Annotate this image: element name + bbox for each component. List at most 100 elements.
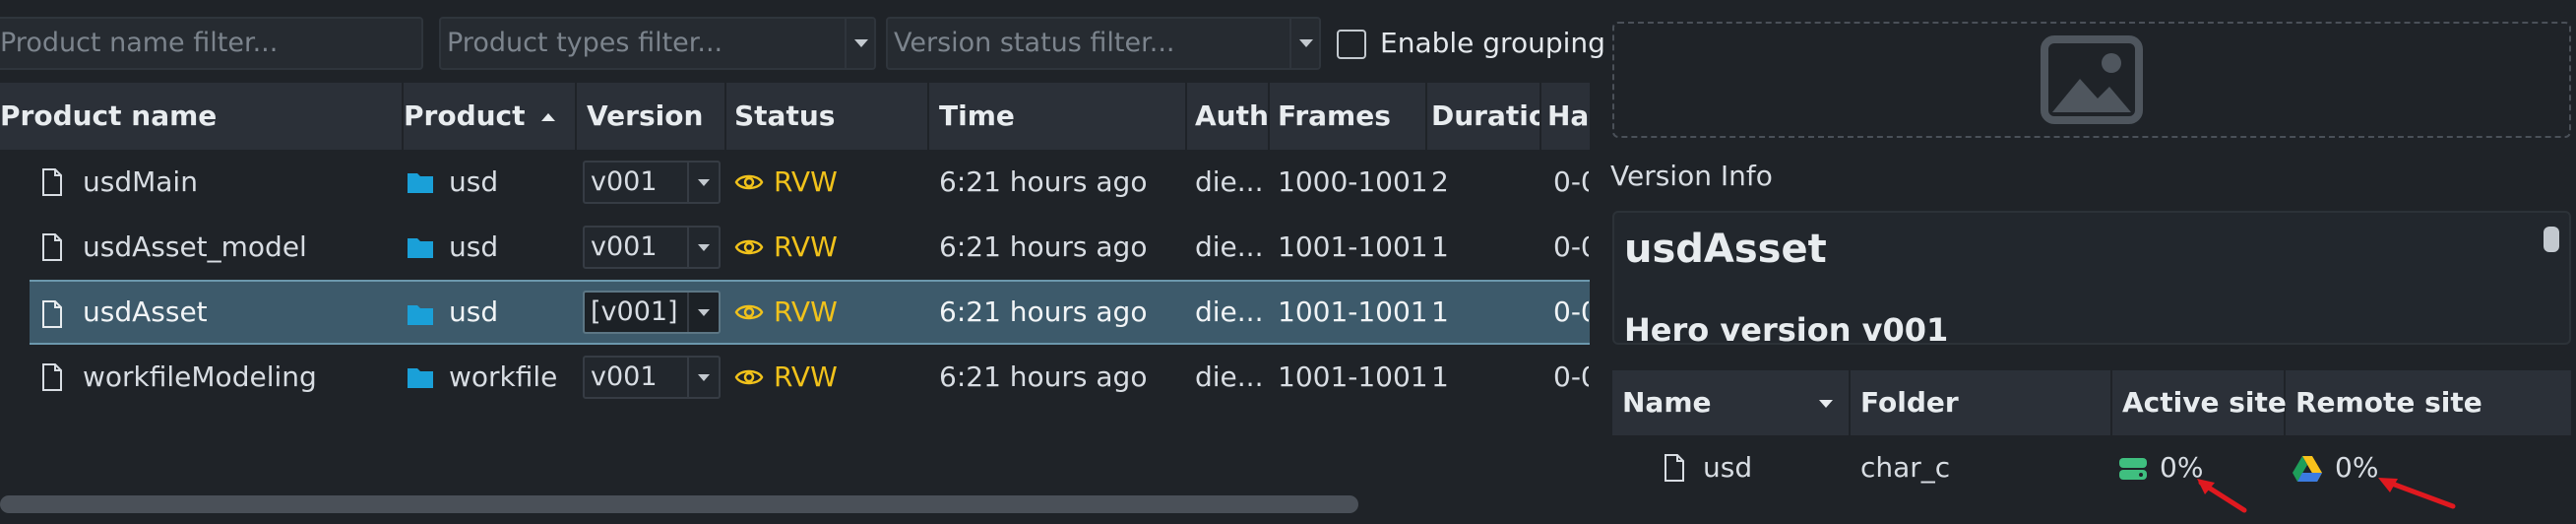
chevron-down-icon[interactable] [1289, 19, 1319, 68]
time-label: 6:21 hours ago [939, 295, 1148, 328]
chevron-down-icon[interactable] [687, 293, 719, 332]
author-label: die... [1195, 360, 1264, 393]
file-icon [1665, 454, 1684, 482]
handles-label: 0-0 [1553, 165, 1589, 198]
version-status-filter-combo[interactable]: Version status filter... [886, 17, 1321, 70]
product-types-filter-combo[interactable]: Product types filter... [439, 17, 876, 70]
version-select[interactable]: v001 [583, 226, 721, 269]
folder-icon [408, 238, 433, 258]
chevron-down-icon[interactable] [845, 19, 874, 68]
version-info-subtitle: Hero version v001 [1624, 311, 1949, 345]
version-select[interactable]: v001 [583, 161, 721, 204]
eye-icon [734, 304, 764, 320]
version-info-title: usdAsset [1624, 227, 1827, 272]
duration-label: 2 [1431, 165, 1449, 198]
handles-label: 0-0 [1553, 360, 1589, 393]
file-icon [42, 300, 62, 328]
column-header-author[interactable]: Auth [1187, 83, 1270, 150]
product-name: usdMain [83, 165, 198, 198]
handles-label: 0-0 [1553, 230, 1589, 263]
table-row[interactable]: usdMain usd v001 RVW 6:21 hours ago die.… [0, 150, 1590, 215]
product-name: usdAsset [83, 295, 208, 328]
product-type: usd [449, 230, 499, 263]
product-name: usdAsset_model [83, 230, 307, 263]
version-status-filter-placeholder: Version status filter... [894, 28, 1175, 58]
image-placeholder-icon [2041, 35, 2143, 124]
file-icon [42, 363, 62, 391]
status-label: RVW [774, 360, 838, 393]
folder-icon [408, 173, 433, 193]
google-drive-icon [2293, 456, 2322, 482]
version-value: v001 [591, 166, 658, 197]
column-header-duration[interactable]: Duratio [1427, 83, 1541, 150]
representation-name: usd [1703, 451, 1753, 484]
table-row[interactable]: usdAsset_model usd v001 RVW 6:21 hours a… [0, 215, 1590, 280]
column-header-frames[interactable]: Frames [1270, 83, 1427, 150]
table-row-selected[interactable]: usdAsset usd [v001] RVW 6:21 hours ago d… [30, 280, 1590, 345]
column-header-product-type-label: Product [404, 99, 526, 132]
author-label: die... [1195, 295, 1264, 328]
duration-label: 1 [1431, 360, 1449, 393]
folder-icon [408, 305, 433, 325]
sort-descending-icon [1819, 400, 1833, 408]
column-header-handles[interactable]: Ha [1541, 83, 1590, 150]
thumbnail-placeholder [1612, 22, 2571, 138]
author-label: die... [1195, 230, 1264, 263]
remote-site-progress: 0% [2335, 451, 2379, 484]
status-label: RVW [774, 230, 838, 263]
products-table: Product name Product Version Status Time… [0, 83, 1590, 477]
time-label: 6:21 hours ago [939, 230, 1148, 263]
table-header: Product name Product Version Status Time… [0, 83, 1590, 150]
chevron-down-icon[interactable] [687, 358, 719, 397]
version-info-label: Version Info [1610, 160, 1773, 192]
column-header-product-type[interactable]: Product [404, 83, 577, 150]
product-type: workfile [449, 360, 558, 393]
time-label: 6:21 hours ago [939, 165, 1148, 198]
author-label: die... [1195, 165, 1264, 198]
eye-icon [734, 369, 764, 385]
column-header-folder[interactable]: Folder [1851, 370, 2112, 435]
product-name-filter-input[interactable]: Product name filter... [0, 17, 423, 70]
annotation-arrow-active [2197, 479, 2247, 513]
version-select[interactable]: [v001] [583, 291, 721, 334]
enable-grouping-label: Enable grouping [1380, 27, 1605, 59]
eye-icon [734, 174, 764, 190]
column-header-version[interactable]: Version [577, 83, 726, 150]
time-label: 6:21 hours ago [939, 360, 1148, 393]
duration-label: 1 [1431, 295, 1449, 328]
table-row[interactable]: workfileModeling workfile v001 RVW 6:21 … [0, 345, 1590, 410]
file-icon [42, 233, 62, 261]
enable-grouping-checkbox[interactable] [1337, 30, 1366, 59]
annotation-arrow-remote [2378, 478, 2456, 509]
duration-label: 1 [1431, 230, 1449, 263]
frames-label: 1001-1001 [1278, 230, 1428, 263]
version-value: v001 [591, 231, 658, 262]
frames-label: 1001-1001 [1278, 360, 1428, 393]
product-types-filter-placeholder: Product types filter... [447, 28, 723, 58]
column-header-name-label: Name [1622, 386, 1712, 419]
chevron-down-icon[interactable] [687, 163, 719, 202]
version-info-panel: usdAsset Hero version v001 [1612, 211, 2571, 345]
folder-label: char_c [1860, 451, 1951, 484]
column-header-active-site[interactable]: Active site [2112, 370, 2287, 435]
filter-bar: Product name filter... Product types fil… [0, 17, 1605, 70]
column-header-name[interactable]: Name [1612, 370, 1851, 435]
column-header-status[interactable]: Status [726, 83, 929, 150]
version-value: [v001] [591, 296, 678, 327]
eye-icon [734, 239, 764, 255]
vertical-scrollbar[interactable] [2544, 227, 2559, 252]
column-header-product-name[interactable]: Product name [0, 83, 404, 150]
chevron-down-icon[interactable] [687, 228, 719, 267]
file-icon [42, 168, 62, 196]
version-select[interactable]: v001 [583, 356, 721, 399]
horizontal-scrollbar[interactable] [0, 495, 1358, 513]
column-header-time[interactable]: Time [929, 83, 1187, 150]
product-type: usd [449, 165, 499, 198]
sort-ascending-icon [541, 113, 555, 121]
product-name: workfileModeling [83, 360, 317, 393]
frames-label: 1000-1001 [1278, 165, 1428, 198]
folder-icon [408, 368, 433, 388]
status-label: RVW [774, 165, 838, 198]
column-header-remote-site[interactable]: Remote site [2286, 370, 2571, 435]
frames-label: 1001-1001 [1278, 295, 1428, 328]
